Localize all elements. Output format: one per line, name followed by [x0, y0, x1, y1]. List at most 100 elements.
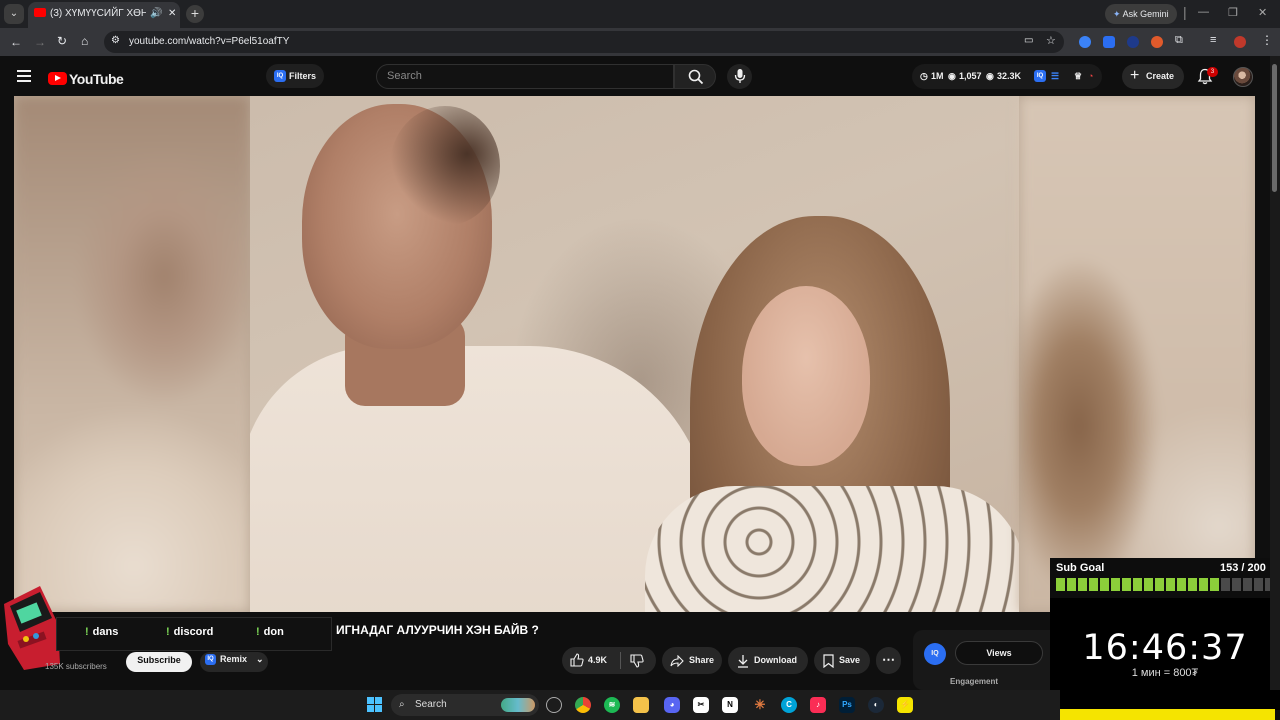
- sub-goal-progress: [1056, 578, 1274, 591]
- remix-label: Remix: [220, 654, 248, 664]
- capcut-taskbar-icon[interactable]: ✂: [693, 697, 709, 713]
- forward-arrow-icon[interactable]: →: [34, 35, 46, 49]
- iq-logo-icon: IQ: [924, 643, 946, 665]
- download-button[interactable]: Download: [728, 647, 808, 674]
- dislike-button[interactable]: [622, 647, 656, 674]
- tab-close-icon[interactable]: ✕: [168, 2, 176, 26]
- browser-menu-icon[interactable]: ⋮: [1261, 33, 1273, 47]
- profile-icon[interactable]: [1234, 36, 1246, 48]
- spotify-taskbar-icon[interactable]: ≋: [604, 697, 620, 713]
- video-title: ИГНАДАГ АЛУУРЧИН ХЭН БАЙВ ?: [336, 623, 539, 637]
- discord-taskbar-icon[interactable]: ◕: [664, 697, 680, 713]
- create-button[interactable]: Create: [1122, 63, 1184, 89]
- taskbar-app-icon[interactable]: ⚡: [897, 697, 913, 713]
- player-blur-background-left: [14, 96, 250, 612]
- minimize-button[interactable]: —: [1198, 6, 1209, 18]
- file-explorer-taskbar-icon[interactable]: [633, 697, 649, 713]
- player-blur-background-right: [1019, 96, 1255, 612]
- like-button[interactable]: 4.9K: [562, 647, 616, 674]
- filters-label: Filters: [289, 71, 317, 81]
- iq-icon: IQ: [205, 654, 216, 665]
- toolbar-divider: |: [1183, 4, 1187, 20]
- ask-gemini-button[interactable]: ✦ Ask Gemini: [1105, 4, 1177, 24]
- share-button[interactable]: Share: [662, 647, 722, 674]
- taskbar-search-label: Search: [415, 699, 447, 710]
- home-icon[interactable]: ⌂: [81, 34, 88, 48]
- video-frame-photo: [250, 96, 1019, 612]
- remix-button[interactable]: IQ Remix ⌄: [200, 652, 268, 672]
- bookmark-star-icon[interactable]: ☆: [1046, 34, 1056, 47]
- overlay-accent-strip: [1060, 709, 1275, 720]
- extension-icon[interactable]: [1151, 36, 1163, 48]
- url-text[interactable]: youtube.com/watch?v=P6el51oafTY: [129, 36, 289, 47]
- subscribe-button[interactable]: Subscribe: [126, 652, 192, 672]
- notion-taskbar-icon[interactable]: N: [722, 697, 738, 713]
- youtube-play-icon: [48, 72, 67, 86]
- engagement-label[interactable]: Engagement: [950, 677, 998, 686]
- taskbar-app-icon[interactable]: ✳: [752, 697, 768, 713]
- extension-icon[interactable]: [1127, 36, 1139, 48]
- sub-goal-segment: [1111, 578, 1120, 591]
- maximize-button[interactable]: ❐: [1228, 6, 1238, 19]
- close-window-button[interactable]: ✕: [1258, 6, 1267, 19]
- save-button[interactable]: Save: [814, 647, 870, 674]
- sub-goal-segment: [1177, 578, 1186, 591]
- sub-goal-segment: [1232, 578, 1241, 591]
- extension-iq-icon[interactable]: [1103, 36, 1115, 48]
- save-label: Save: [839, 655, 861, 665]
- download-label: Download: [754, 655, 797, 665]
- sub-goal-segment: [1166, 578, 1175, 591]
- stream-rate-text: 1 мин = 800₮: [1131, 667, 1199, 679]
- taskbar-search-box[interactable]: ⌕ Search: [391, 694, 539, 716]
- sub-goal-segment: [1254, 578, 1263, 591]
- new-tab-button[interactable]: +: [186, 5, 204, 23]
- photoshop-taskbar-icon[interactable]: Ps: [839, 697, 855, 713]
- guide-menu-icon[interactable]: [17, 70, 31, 85]
- reading-list-icon[interactable]: ≡: [1210, 34, 1216, 46]
- views-tab[interactable]: Views: [955, 641, 1043, 665]
- site-info-icon[interactable]: ⚙: [111, 35, 120, 46]
- extension-icon[interactable]: [1079, 36, 1091, 48]
- steam-taskbar-icon[interactable]: ◐: [868, 697, 884, 713]
- sub-goal-segment: [1243, 578, 1252, 591]
- gemini-icon: ✦: [1113, 9, 1121, 19]
- music-taskbar-icon[interactable]: ♪: [810, 697, 826, 713]
- thumbs-up-icon: [570, 653, 584, 667]
- videos-stat: 1,057: [959, 71, 982, 81]
- browser-tab-active[interactable]: (3) ХҮМҮҮСИЙГ ХӨНӨӨЧ 🔊 ✕: [28, 2, 180, 28]
- more-actions-button[interactable]: ⋯: [876, 647, 901, 674]
- like-count: 4.9K: [588, 655, 608, 665]
- filters-button[interactable]: IQ Filters: [266, 64, 324, 88]
- tab-audio-icon[interactable]: 🔊: [150, 2, 162, 26]
- sub-goal-segment: [1155, 578, 1164, 591]
- account-avatar[interactable]: [1233, 67, 1253, 87]
- search-input[interactable]: Search: [376, 64, 674, 89]
- extensions-puzzle-icon[interactable]: ⧉: [1175, 34, 1183, 47]
- back-arrow-icon[interactable]: ←: [10, 35, 22, 49]
- sub-goal-segment: [1089, 578, 1098, 591]
- tab-search-menu-button[interactable]: ⌄: [4, 4, 24, 24]
- command-discord: ! discord: [166, 626, 213, 638]
- voice-search-button[interactable]: [727, 64, 752, 89]
- sub-goal-segment: [1067, 578, 1076, 591]
- sub-goal-segment: [1199, 578, 1208, 591]
- channel-stats-pill[interactable]: ◷ 1M ◉ 1,057 ◉ 32.3K IQ ☰ ♕ ◔: [912, 64, 1102, 89]
- windows-start-icon[interactable]: [367, 697, 383, 713]
- reload-icon[interactable]: ↻: [57, 34, 67, 48]
- search-button[interactable]: [674, 64, 716, 89]
- like-divider: [620, 652, 621, 669]
- youtube-logo[interactable]: YouTube: [48, 70, 124, 88]
- chrome-taskbar-icon[interactable]: [575, 697, 591, 713]
- subscriber-count: 135K subscribers: [45, 662, 107, 671]
- views-stat-icon: ◉: [986, 71, 994, 81]
- taskbar-app-icon[interactable]: [546, 697, 562, 713]
- trophy-icon: ♕: [1074, 71, 1083, 81]
- taskbar-app-icon[interactable]: C: [781, 697, 797, 713]
- sub-goal-segment: [1210, 578, 1219, 591]
- cast-icon[interactable]: ▭: [1024, 35, 1033, 46]
- arcade-machine-icon: [4, 586, 60, 670]
- video-player[interactable]: [14, 96, 1255, 612]
- scrollbar-thumb[interactable]: [1272, 64, 1277, 192]
- chevron-down-icon: ⌄: [256, 654, 264, 664]
- videos-stat-icon: ◉: [948, 71, 956, 81]
